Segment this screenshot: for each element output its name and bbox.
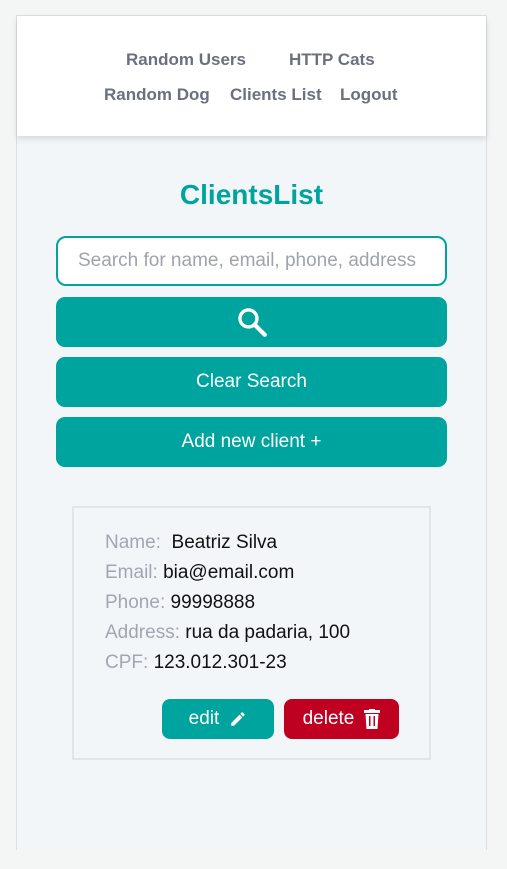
nav-logout[interactable]: Logout bbox=[340, 85, 398, 105]
client-address: rua da padaria, 100 bbox=[185, 622, 351, 643]
nav-clients-list[interactable]: Clients List bbox=[230, 85, 322, 105]
client-cpf-row: CPF: 123.012.301-23 bbox=[105, 652, 287, 674]
client-cpf: 123.012.301-23 bbox=[153, 652, 287, 673]
nav-random-users[interactable]: Random Users bbox=[126, 50, 246, 70]
navbar: Random Users HTTP Cats Random Dog Client… bbox=[17, 16, 486, 136]
edit-button[interactable]: edit bbox=[162, 699, 274, 739]
name-label: Name: bbox=[105, 532, 161, 553]
search-input[interactable] bbox=[56, 236, 447, 286]
add-client-button[interactable]: Add new client + bbox=[56, 417, 447, 467]
client-email-row: Email: bia@email.com bbox=[105, 562, 294, 584]
nav-random-dog[interactable]: Random Dog bbox=[104, 85, 210, 105]
client-phone-row: Phone: 99998888 bbox=[105, 592, 255, 614]
address-label: Address: bbox=[105, 622, 180, 643]
email-label: Email: bbox=[105, 562, 158, 583]
delete-button[interactable]: delete bbox=[284, 699, 399, 739]
edit-label: edit bbox=[188, 708, 220, 729]
cpf-label: CPF: bbox=[105, 652, 149, 673]
search-button[interactable] bbox=[56, 297, 447, 347]
nav-http-cats[interactable]: HTTP Cats bbox=[289, 50, 375, 70]
client-name: Beatriz Silva bbox=[171, 532, 278, 553]
client-name-row: Name: Beatriz Silva bbox=[105, 532, 277, 554]
app-frame: Random Users HTTP Cats Random Dog Client… bbox=[16, 15, 487, 850]
delete-label: delete bbox=[302, 708, 355, 729]
trash-icon bbox=[364, 709, 381, 729]
client-email: bia@email.com bbox=[163, 562, 295, 583]
search-icon bbox=[237, 308, 267, 337]
client-card: Name: Beatriz Silva Email: bia@email.com… bbox=[72, 506, 431, 760]
phone-label: Phone: bbox=[105, 592, 166, 613]
client-address-row: Address: rua da padaria, 100 bbox=[105, 622, 350, 644]
page-title: ClientsList bbox=[179, 179, 324, 210]
pencil-icon bbox=[231, 712, 246, 726]
client-phone: 99998888 bbox=[170, 592, 256, 613]
clear-search-button[interactable]: Clear Search bbox=[56, 357, 447, 407]
